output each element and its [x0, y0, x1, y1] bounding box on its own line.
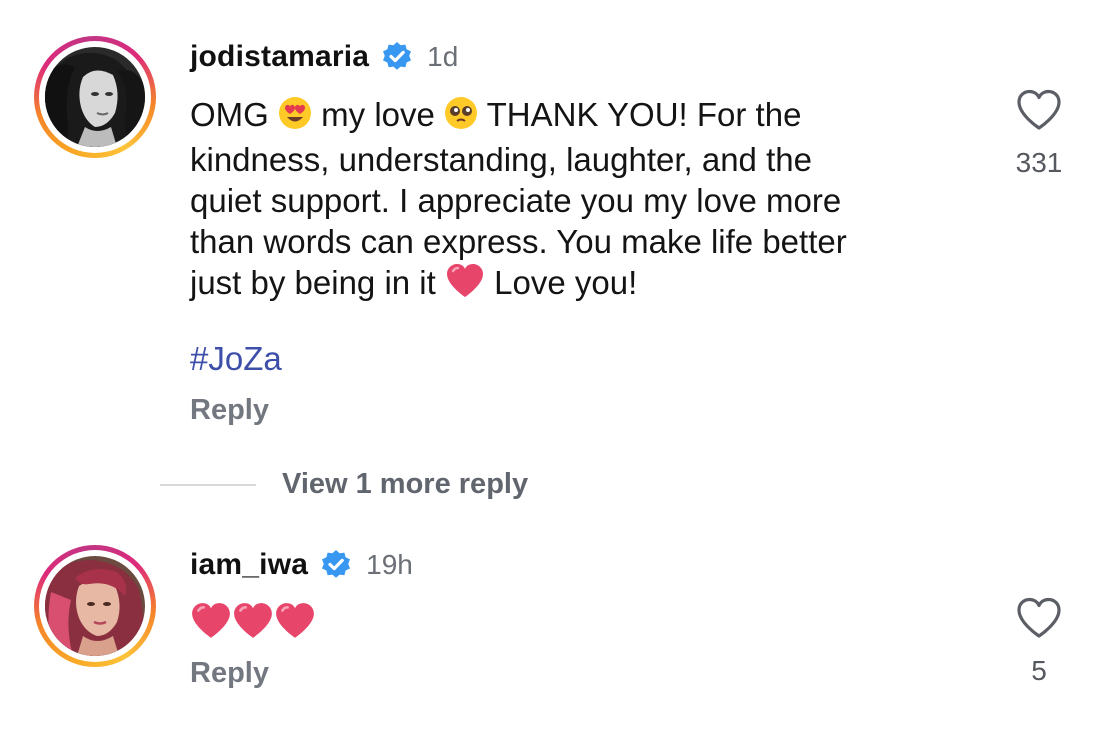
- like-heart-icon[interactable]: [1015, 596, 1063, 640]
- username-iam_iwa[interactable]: iam_iwa: [190, 548, 308, 582]
- username-jodistamaria[interactable]: jodistamaria: [190, 40, 369, 74]
- red-heart-emoji-icon: [234, 603, 272, 638]
- avatar-photo-iam_iwa: [45, 556, 145, 656]
- red-heart-emoji-icon: [192, 603, 230, 638]
- heart-eyes-emoji-icon: [278, 96, 312, 139]
- comment-1-text: OMG my love THANK YOU! For the kindness,…: [190, 94, 970, 308]
- avatar-photo-jodistamaria: [45, 47, 145, 147]
- like-count: 331: [1015, 147, 1063, 178]
- comment-timestamp: 1d: [427, 41, 459, 72]
- verified-badge-icon: [320, 549, 352, 581]
- view-more-replies-label[interactable]: View 1 more reply: [282, 468, 528, 501]
- comment-1-header: jodistamaria 1d: [190, 40, 458, 74]
- reply-button[interactable]: Reply: [190, 657, 269, 690]
- view-more-divider: [160, 483, 256, 486]
- verified-badge-icon: [381, 41, 413, 73]
- comment-2-text: [190, 602, 316, 640]
- view-more-replies[interactable]: View 1 more reply: [160, 468, 528, 501]
- pleading-face-emoji-icon: [444, 96, 478, 139]
- comment-timestamp: 19h: [366, 549, 413, 580]
- hashtag-link[interactable]: #JoZa: [190, 340, 282, 378]
- red-heart-emoji-icon: [276, 603, 314, 638]
- comment-2-header: iam_iwa 19h: [190, 548, 413, 582]
- avatar-jodistamaria[interactable]: [34, 36, 156, 158]
- like-heart-icon[interactable]: [1015, 88, 1063, 132]
- reply-button[interactable]: Reply: [190, 394, 269, 427]
- avatar-iam_iwa[interactable]: [34, 545, 156, 667]
- like-count: 5: [1031, 655, 1047, 686]
- red-heart-emoji-icon: [445, 263, 485, 308]
